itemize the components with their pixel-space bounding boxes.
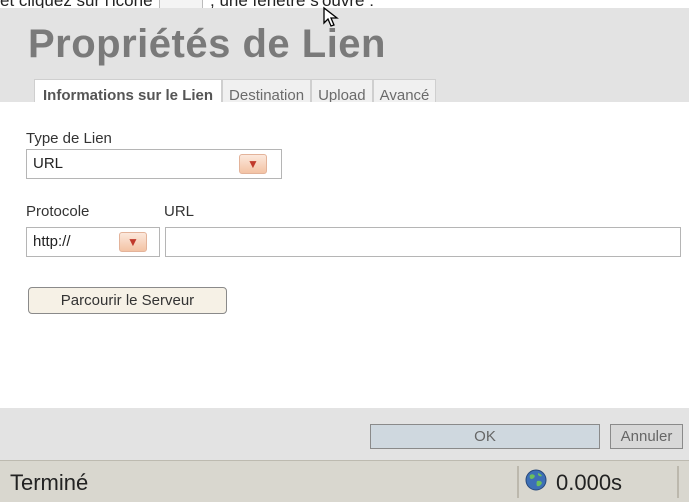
link-type-value: URL xyxy=(33,155,64,172)
status-text: Terminé xyxy=(10,470,89,495)
mouse-cursor-icon xyxy=(323,6,339,27)
globe-icon xyxy=(525,469,547,491)
browse-server-button[interactable]: Parcourir le Serveur xyxy=(28,287,227,314)
status-divider xyxy=(517,466,519,498)
url-input[interactable] xyxy=(165,227,681,257)
status-time: 0.000s xyxy=(556,470,623,495)
protocol-value: http:// xyxy=(33,233,71,250)
protocol-select[interactable]: http:// ▼ xyxy=(26,227,160,257)
dialog-footer: OK Annuler xyxy=(0,408,689,460)
chevron-down-icon[interactable]: ▼ xyxy=(239,154,267,174)
chevron-down-icon[interactable]: ▼ xyxy=(119,232,147,252)
protocol-label: Protocole xyxy=(26,203,90,220)
link-type-select[interactable]: URL ▼ xyxy=(26,149,282,179)
cancel-button[interactable]: Annuler xyxy=(610,424,683,449)
url-label: URL xyxy=(164,203,195,220)
ok-button[interactable]: OK xyxy=(370,424,600,449)
browser-status-bar: Terminé 0.000s xyxy=(0,460,689,502)
dialog-title: Propriétés de Lien xyxy=(28,22,386,66)
link-type-label: Type de Lien xyxy=(26,130,112,147)
status-divider xyxy=(677,466,679,498)
dialog-header: Propriétés de Lien Informations sur le L… xyxy=(0,8,689,111)
